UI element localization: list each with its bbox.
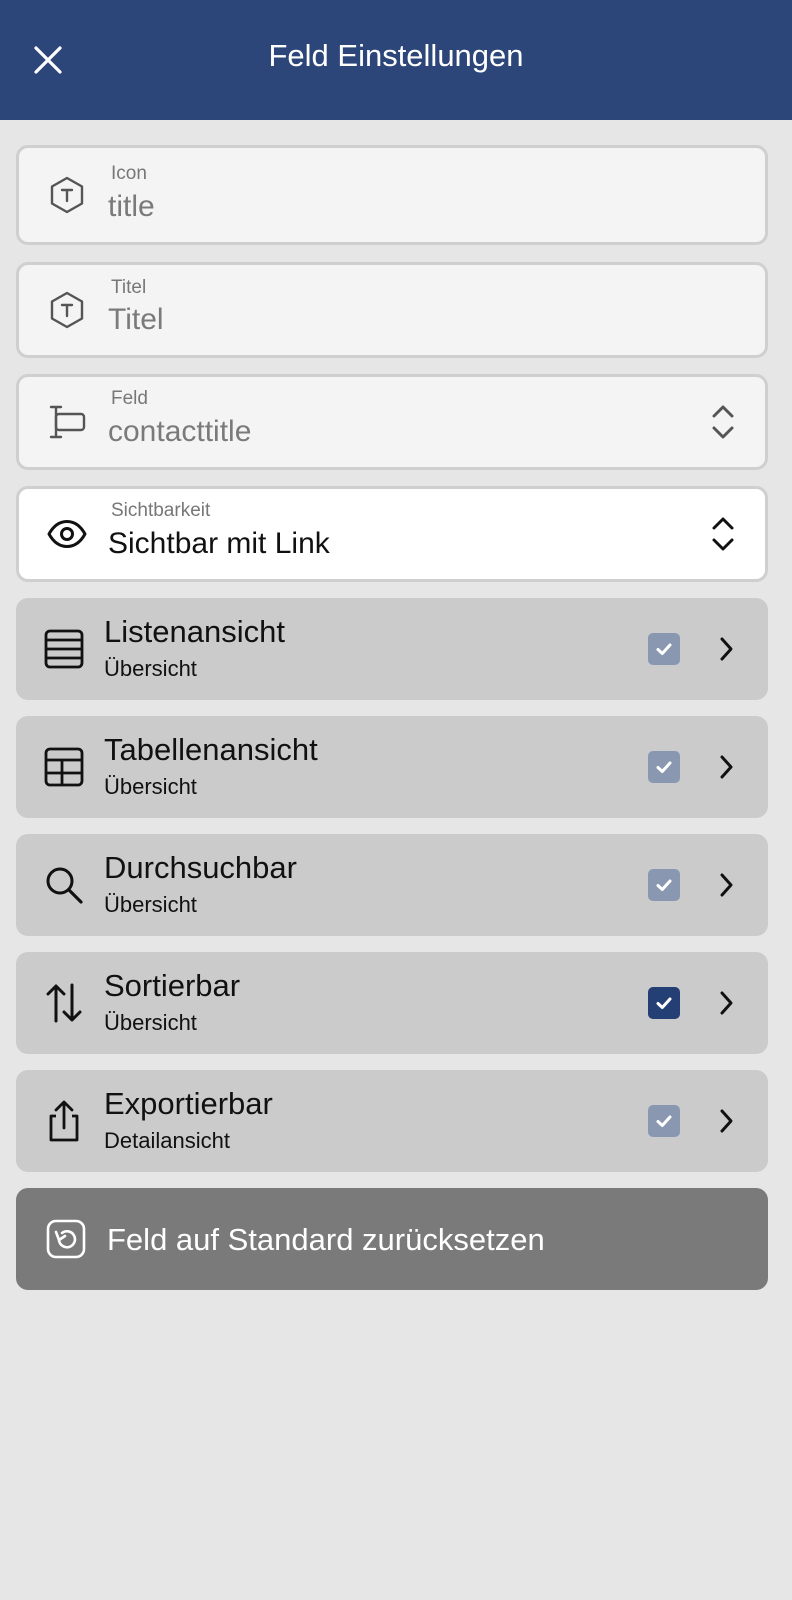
page-title: Feld Einstellungen (268, 38, 524, 73)
field-label: Feld (111, 388, 148, 409)
chevron-right-icon[interactable] (708, 749, 744, 785)
field-value: Sichtbar mit Link (108, 527, 330, 560)
option-row-listenansicht[interactable]: Listenansicht Übersicht (16, 598, 768, 700)
option-row-sortierbar[interactable]: Sortierbar Übersicht (16, 952, 768, 1054)
option-title: Exportierbar (104, 1086, 273, 1121)
option-row-exportierbar[interactable]: Exportierbar Detailansicht (16, 1070, 768, 1172)
text-field-icon (45, 400, 89, 444)
option-checkbox[interactable] (648, 1105, 680, 1137)
share-export-icon (40, 1097, 88, 1145)
checkmark-icon (656, 879, 672, 891)
reset-field-button[interactable]: Feld auf Standard zurücksetzen (16, 1188, 768, 1290)
option-title: Durchsuchbar (104, 850, 297, 885)
option-row-durchsuchbar[interactable]: Durchsuchbar Übersicht (16, 834, 768, 936)
chevron-right-icon[interactable] (708, 631, 744, 667)
chevron-up-down-icon (707, 512, 739, 556)
checkmark-icon (656, 761, 672, 773)
checkmark-icon (656, 997, 672, 1009)
field-value: contacttitle (108, 415, 252, 448)
eye-icon (45, 512, 89, 556)
table-icon (40, 743, 88, 791)
option-subtitle: Übersicht (104, 656, 197, 681)
reset-icon (44, 1217, 88, 1261)
title-hexagon-icon (45, 173, 89, 217)
field-select[interactable]: Feld contacttitle (16, 374, 768, 470)
option-checkbox[interactable] (648, 751, 680, 783)
chevron-up-down-icon (707, 400, 739, 444)
title-field[interactable]: Titel Titel (16, 262, 768, 358)
chevron-right-icon[interactable] (708, 867, 744, 903)
checkmark-icon (656, 1115, 672, 1127)
field-label: Icon (111, 163, 147, 184)
option-subtitle: Übersicht (104, 892, 197, 917)
option-subtitle: Übersicht (104, 774, 197, 799)
option-row-tabellenansicht[interactable]: Tabellenansicht Übersicht (16, 716, 768, 818)
sort-arrows-icon (40, 979, 88, 1027)
reset-label: Feld auf Standard zurücksetzen (107, 1222, 545, 1257)
field-value: Titel (108, 303, 164, 336)
option-checkbox[interactable] (648, 869, 680, 901)
search-icon (40, 861, 88, 909)
field-label: Sichtbarkeit (111, 500, 211, 521)
list-icon (40, 625, 88, 673)
field-label: Titel (111, 277, 147, 298)
option-checkbox[interactable] (648, 987, 680, 1019)
visibility-select[interactable]: Sichtbarkeit Sichtbar mit Link (16, 486, 768, 582)
icon-field[interactable]: Icon title (16, 145, 768, 245)
checkmark-icon (656, 643, 672, 655)
chevron-right-icon[interactable] (708, 1103, 744, 1139)
title-hexagon-icon (45, 288, 89, 332)
option-subtitle: Detailansicht (104, 1128, 230, 1153)
option-title: Tabellenansicht (104, 732, 318, 767)
field-value: title (108, 190, 155, 223)
option-subtitle: Übersicht (104, 1010, 197, 1035)
top-bar: Feld Einstellungen (0, 0, 792, 120)
option-title: Listenansicht (104, 614, 285, 649)
chevron-right-icon[interactable] (708, 985, 744, 1021)
option-checkbox[interactable] (648, 633, 680, 665)
option-title: Sortierbar (104, 968, 241, 1003)
